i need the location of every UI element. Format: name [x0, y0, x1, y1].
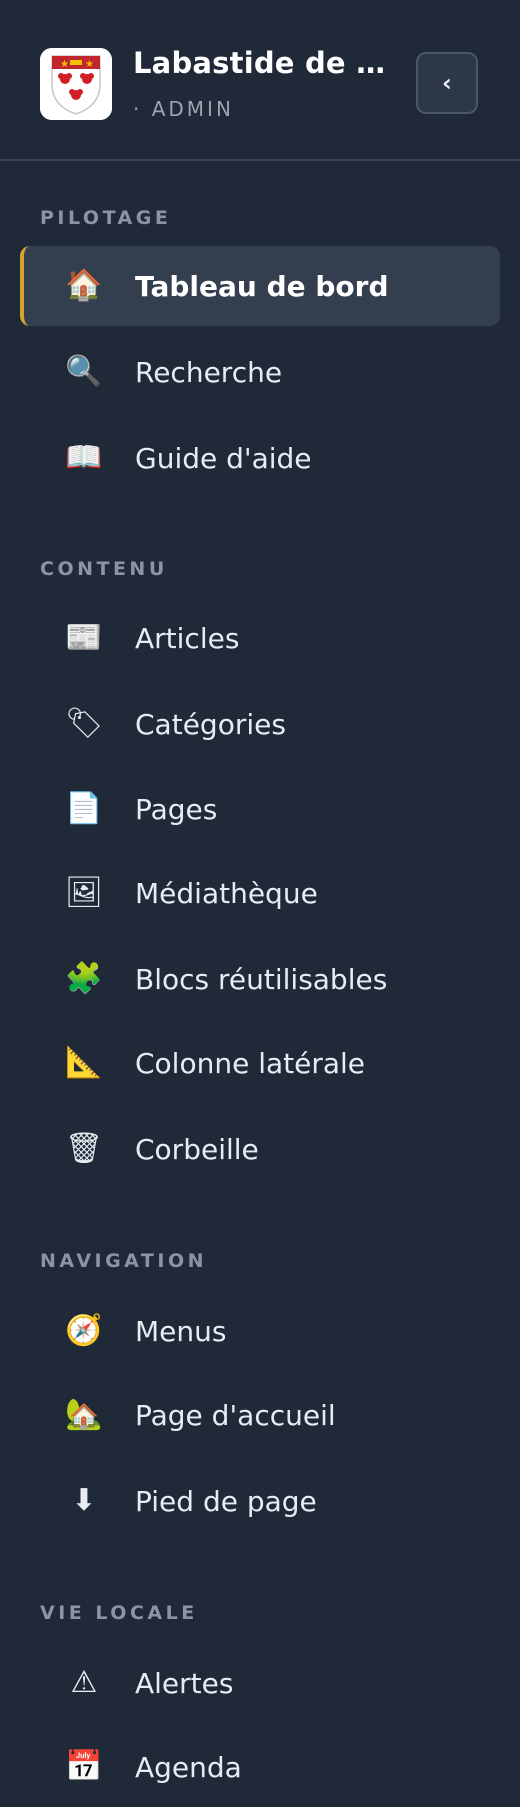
chevron-left-icon: ‹: [442, 69, 452, 97]
site-title: Labastide de M...: [133, 46, 395, 80]
nav-item-categories[interactable]: 🏷 Catégories: [20, 684, 500, 764]
svg-text:★: ★: [60, 59, 69, 70]
nav-item-recherche[interactable]: 🔍 Recherche: [20, 332, 500, 412]
nav-item-label: Page d'accueil: [135, 1398, 336, 1432]
nav-item-pied-de-page[interactable]: ⬇ Pied de page: [20, 1461, 500, 1541]
nav-item-tableau-de-bord[interactable]: 🏠 Tableau de bord: [20, 246, 500, 326]
nav-item-menus[interactable]: 🧭 Menus: [20, 1291, 500, 1371]
nav-item-label: Guide d'aide: [135, 441, 312, 475]
house-icon: 🏠: [65, 268, 103, 303]
nav-item-mediatheque[interactable]: 🖼 Médiathèque: [20, 853, 500, 933]
nav-item-label: Médiathèque: [135, 876, 318, 910]
framed-picture-icon: 🖼: [64, 875, 104, 910]
section-label-contenu: CONTENU: [40, 558, 168, 580]
sidebar-header: ★ ★ Labastide de M... · ADMIN ‹: [0, 0, 520, 161]
nav-item-label: Tableau de bord: [135, 269, 389, 303]
nav-item-label: Catégories: [135, 707, 286, 741]
nav-item-agenda[interactable]: 📅 Agenda: [20, 1727, 500, 1807]
admin-sidebar: ★ ★ Labastide de M... · ADMIN ‹ PILOTAGE…: [0, 0, 520, 1800]
coat-of-arms-icon: ★ ★: [40, 48, 112, 120]
nav-item-label: Menus: [135, 1314, 227, 1348]
nav-item-label: Blocs réutilisables: [135, 962, 388, 996]
puzzle-piece-icon: 🧩: [65, 961, 103, 996]
nav-item-label: Corbeille: [135, 1132, 259, 1166]
nav-item-label: Articles: [135, 621, 240, 655]
section-label-pilotage: PILOTAGE: [40, 207, 172, 229]
nav-item-label: Alertes: [135, 1666, 234, 1700]
nav-item-page-accueil[interactable]: 🏡 Page d'accueil: [20, 1375, 500, 1455]
section-label-vie-locale: VIE LOCALE: [40, 1602, 198, 1624]
page-icon: 📄: [65, 791, 103, 826]
section-label-navigation: NAVIGATION: [40, 1250, 207, 1272]
collapse-sidebar-button[interactable]: ‹: [416, 52, 478, 114]
nav-item-articles[interactable]: 📰 Articles: [20, 598, 500, 678]
nav-item-label: Colonne latérale: [135, 1046, 366, 1080]
calendar-icon: 📅: [65, 1749, 103, 1784]
label-tag-icon: 🏷: [64, 706, 104, 741]
nav-item-guide-aide[interactable]: 📖 Guide d'aide: [20, 418, 500, 498]
site-role: · ADMIN: [133, 97, 234, 121]
nav-item-label: Agenda: [135, 1750, 242, 1784]
nav-item-corbeille[interactable]: 🗑 Corbeille: [20, 1109, 500, 1189]
down-arrow-icon: ⬇: [71, 1483, 97, 1518]
open-book-icon: 📖: [65, 440, 103, 475]
nav-item-blocs-reutilisables[interactable]: 🧩 Blocs réutilisables: [20, 939, 500, 1019]
svg-text:★: ★: [85, 59, 94, 70]
house-with-garden-icon: 🏡: [65, 1397, 103, 1432]
nav-item-colonne-laterale[interactable]: 📐 Colonne latérale: [20, 1023, 500, 1103]
magnifier-icon: 🔍: [65, 354, 103, 389]
nav-item-label: Recherche: [135, 355, 283, 389]
nav-item-label: Pages: [135, 792, 218, 826]
newspaper-icon: 📰: [65, 620, 103, 655]
nav-item-pages[interactable]: 📄 Pages: [20, 769, 500, 849]
compass-icon: 🧭: [65, 1313, 103, 1348]
site-logo[interactable]: ★ ★: [40, 48, 112, 120]
triangular-ruler-icon: 📐: [65, 1045, 103, 1080]
wastebasket-icon: 🗑: [64, 1131, 104, 1166]
nav-item-label: Pied de page: [135, 1484, 317, 1518]
nav-item-alertes[interactable]: ⚠ Alertes: [20, 1643, 500, 1723]
warning-icon: ⚠: [70, 1665, 98, 1700]
